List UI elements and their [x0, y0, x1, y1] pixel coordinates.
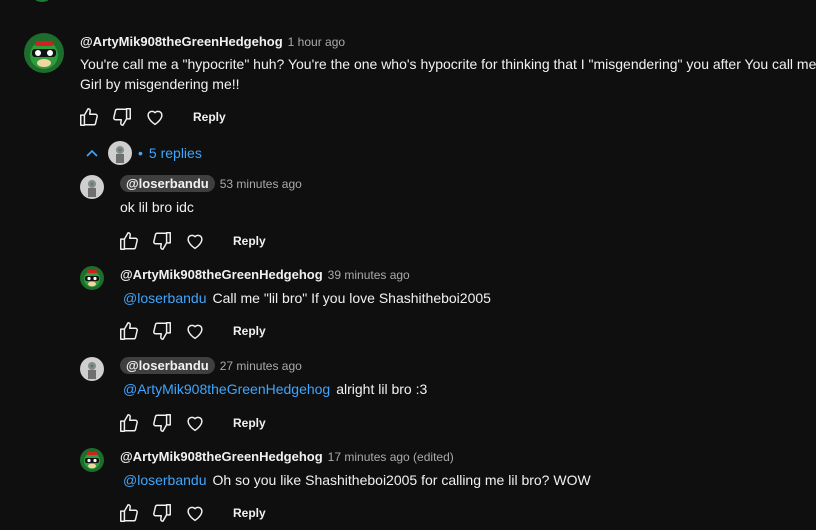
reply-actions: Reply: [118, 320, 266, 342]
reply-text: Call me "lil bro" If you love Shashitheb…: [212, 290, 491, 306]
reply-button[interactable]: Reply: [233, 506, 266, 520]
avatar[interactable]: [80, 448, 104, 472]
heart-icon[interactable]: [184, 412, 206, 434]
separator-dot: •: [138, 145, 143, 161]
comment-time[interactable]: 1 hour ago: [288, 35, 345, 49]
mention-link[interactable]: @loserbandu: [123, 290, 207, 306]
reply-comment: @loserbandu 53 minutes ago ok lil bro id…: [120, 175, 302, 217]
reply-actions: Reply: [118, 502, 266, 524]
reply-author[interactable]: @loserbandu: [120, 175, 215, 192]
mention-link[interactable]: @loserbandu: [123, 472, 207, 488]
replier-avatar: [108, 141, 132, 165]
comment-author[interactable]: @ArtyMik908theGreenHedgehog: [80, 34, 283, 49]
replies-count[interactable]: 5 replies: [149, 145, 202, 161]
comment-text-line: Girl by misgendering me!!: [80, 76, 240, 92]
avatar[interactable]: [24, 33, 64, 73]
reply-button[interactable]: Reply: [233, 416, 266, 430]
reply-button[interactable]: Reply: [233, 234, 266, 248]
reply-comment: @loserbandu 27 minutes ago @ArtyMik908th…: [120, 357, 427, 399]
reply-text: ok lil bro idc: [120, 199, 194, 215]
reply-actions: Reply: [118, 412, 266, 434]
avatar[interactable]: [80, 266, 104, 290]
dislike-icon[interactable]: [151, 412, 173, 434]
reply-comment: @ArtyMik908theGreenHedgehog 17 minutes a…: [120, 449, 591, 490]
heart-icon[interactable]: [144, 106, 166, 128]
reply-author[interactable]: @loserbandu: [120, 357, 215, 374]
comment-text-line: You're call me a "hypocrite" huh? You're…: [80, 56, 816, 72]
like-icon[interactable]: [118, 412, 140, 434]
like-icon[interactable]: [118, 320, 140, 342]
comment: @ArtyMik908theGreenHedgehog 1 hour ago Y…: [80, 34, 816, 94]
dislike-icon[interactable]: [151, 230, 173, 252]
comment-actions: Reply: [78, 106, 226, 128]
replies-toggle[interactable]: • 5 replies: [84, 141, 202, 165]
reply-text: alright lil bro :3: [336, 381, 428, 397]
reply-comment: @ArtyMik908theGreenHedgehog 39 minutes a…: [120, 267, 491, 308]
reply-time[interactable]: 27 minutes ago: [220, 359, 302, 373]
dislike-icon[interactable]: [111, 106, 133, 128]
heart-icon[interactable]: [184, 320, 206, 342]
dislike-icon[interactable]: [151, 502, 173, 524]
chevron-up-icon: [84, 145, 100, 161]
partial-avatar: [30, 0, 54, 2]
heart-icon[interactable]: [184, 230, 206, 252]
reply-button[interactable]: Reply: [193, 110, 226, 124]
heart-icon[interactable]: [184, 502, 206, 524]
like-icon[interactable]: [118, 230, 140, 252]
reply-text: Oh so you like Shashitheboi2005 for call…: [212, 472, 591, 488]
reply-time[interactable]: 39 minutes ago: [328, 268, 410, 282]
avatar[interactable]: [80, 175, 104, 199]
reply-time[interactable]: 17 minutes ago (edited): [328, 450, 454, 464]
reply-author[interactable]: @ArtyMik908theGreenHedgehog: [120, 267, 323, 282]
avatar[interactable]: [80, 357, 104, 381]
reply-actions: Reply: [118, 230, 266, 252]
reply-button[interactable]: Reply: [233, 324, 266, 338]
mention-link[interactable]: @ArtyMik908theGreenHedgehog: [123, 381, 330, 397]
like-icon[interactable]: [78, 106, 100, 128]
dislike-icon[interactable]: [151, 320, 173, 342]
reply-time[interactable]: 53 minutes ago: [220, 177, 302, 191]
reply-author[interactable]: @ArtyMik908theGreenHedgehog: [120, 449, 323, 464]
like-icon[interactable]: [118, 502, 140, 524]
